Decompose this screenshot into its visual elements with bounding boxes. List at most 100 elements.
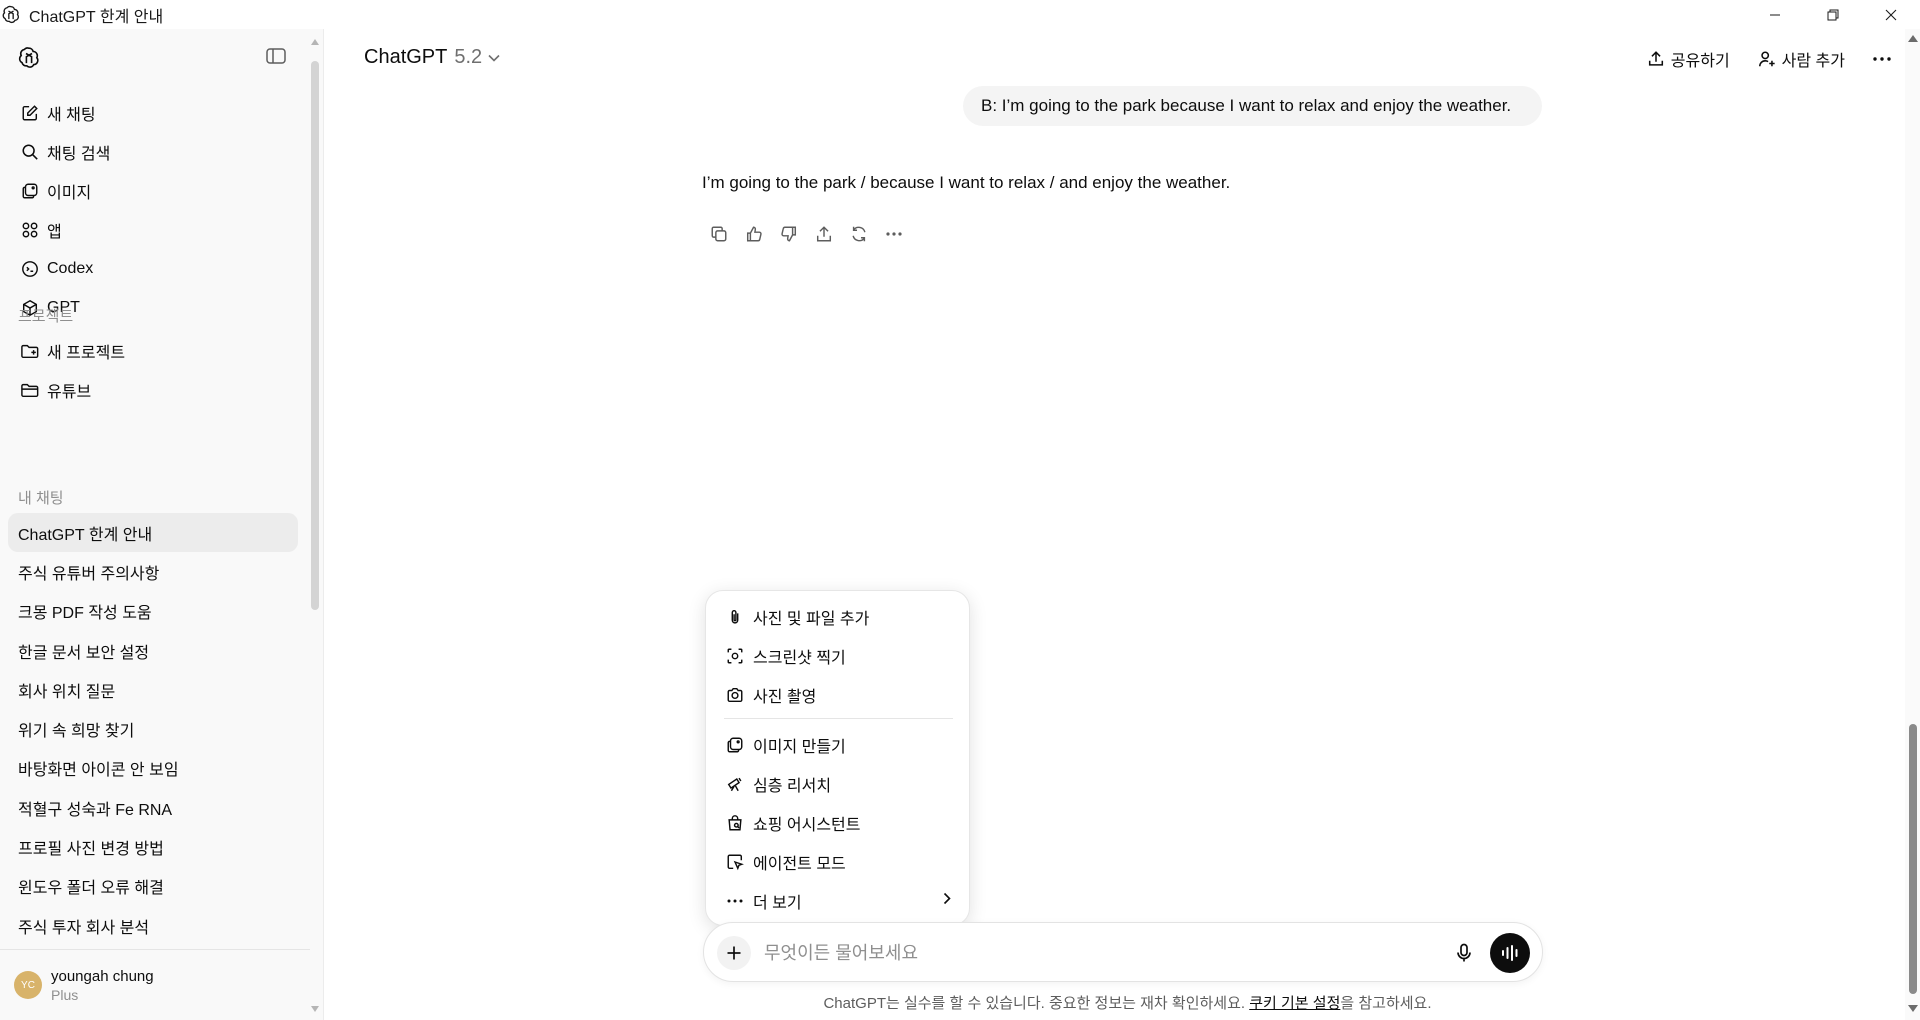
menu-item-add-photos-files[interactable]: 사진 및 파일 추가 <box>706 597 969 636</box>
user-plan: Plus <box>51 986 79 1003</box>
menu-item-more[interactable]: 더 보기 <box>706 881 969 920</box>
minimize-button[interactable] <box>1746 0 1804 29</box>
new-folder-icon <box>19 340 41 362</box>
sidebar-item-label: Codex <box>47 259 94 277</box>
compose-icon <box>19 102 41 124</box>
menu-item-label: 사진 촬영 <box>753 688 817 706</box>
dictate-button[interactable] <box>1450 939 1478 967</box>
close-button[interactable] <box>1862 0 1920 29</box>
menu-item-label: 심층 리서치 <box>753 777 832 795</box>
chat-item[interactable]: 바탕화면 아이콘 안 보임 <box>8 749 298 788</box>
share-icon <box>816 226 831 242</box>
menu-item-label: 쇼핑 어시스턴트 <box>753 816 861 834</box>
sidebar-item-codex[interactable]: Codex <box>8 249 298 288</box>
header-actions: 공유하기 사람 추가 <box>1633 44 1905 74</box>
add-people-button[interactable]: 사람 추가 <box>1744 44 1859 74</box>
share-label: 공유하기 <box>1670 53 1730 70</box>
disclaimer-suffix: 을 참고하세요. <box>1340 995 1432 1012</box>
menu-item-screenshot[interactable]: 스크린샷 찍기 <box>706 636 969 675</box>
share-button[interactable]: 공유하기 <box>1633 44 1744 74</box>
main-scrollbar[interactable] <box>1905 29 1920 1020</box>
screenshot-icon <box>724 645 746 667</box>
sidebar-item-new-project[interactable]: 새 프로젝트 <box>8 331 298 370</box>
sidebar-item-label: 앱 <box>47 223 62 241</box>
sidebar-item-label: 새 프로젝트 <box>47 344 126 362</box>
chat-history-list: ChatGPT 한계 안내 주식 유튜버 주의사항 크몽 PDF 작성 도움 한… <box>8 513 298 945</box>
scroll-up-arrow-icon[interactable] <box>1908 35 1918 42</box>
window-controls <box>1746 0 1920 29</box>
voice-mode-button[interactable] <box>1490 933 1530 973</box>
assistant-message: I’m going to the park / because I want t… <box>702 173 1231 192</box>
more-actions-button[interactable] <box>876 217 911 251</box>
prompt-input[interactable] <box>764 940 1444 966</box>
agent-cursor-icon <box>724 851 746 873</box>
thumbs-up-icon <box>746 226 762 242</box>
menu-item-label: 이미지 만들기 <box>753 738 846 756</box>
folder-icon <box>19 379 41 401</box>
scrollbar-thumb[interactable] <box>311 61 319 610</box>
thumbs-down-button[interactable] <box>771 217 806 251</box>
share-message-button[interactable] <box>806 217 841 251</box>
scroll-up-arrow-icon[interactable] <box>311 39 319 45</box>
chat-item[interactable]: 주식 투자 회사 분석 <box>8 906 298 945</box>
plus-icon <box>727 946 741 960</box>
sidebar-item-apps[interactable]: 앱 <box>8 210 298 249</box>
copy-icon <box>711 226 726 242</box>
sidebar-scrollbar[interactable] <box>310 33 320 1018</box>
chat-item[interactable]: 적혈구 성숙과 Fe RNA <box>8 788 298 827</box>
menu-item-take-photo[interactable]: 사진 촬영 <box>706 675 969 714</box>
menu-item-agent-mode[interactable]: 에이전트 모드 <box>706 842 969 881</box>
chat-item[interactable]: 윈도우 폴더 오류 해결 <box>8 867 298 906</box>
restore-button[interactable] <box>1804 0 1862 29</box>
model-name: ChatGPT <box>364 46 448 68</box>
menu-item-create-image[interactable]: 이미지 만들기 <box>706 725 969 764</box>
scroll-down-arrow-icon[interactable] <box>311 1006 319 1012</box>
chat-item-active[interactable]: ChatGPT 한계 안내 <box>8 513 298 553</box>
copy-button[interactable] <box>701 217 736 251</box>
share-icon <box>1647 50 1665 68</box>
sidebar-item-project-youtube[interactable]: 유튜브 <box>8 370 298 409</box>
model-version: 5.2 <box>454 46 483 68</box>
sidebar-toggle-icon[interactable] <box>266 48 288 66</box>
add-people-label: 사람 추가 <box>1781 53 1845 70</box>
camera-icon <box>724 684 746 706</box>
user-message-bubble: B: I’m going to the park because I want … <box>963 86 1542 126</box>
image-create-icon <box>724 734 746 756</box>
menu-item-label: 사진 및 파일 추가 <box>753 610 870 628</box>
scrollbar-thumb[interactable] <box>1909 724 1917 994</box>
paperclip-icon <box>724 606 746 628</box>
projects-list: 새 프로젝트 유튜브 <box>8 331 298 409</box>
more-options-button[interactable] <box>1859 44 1905 74</box>
sidebar-nav: 새 채팅 채팅 검색 이미지 앱 Codex GPT <box>8 93 298 327</box>
openai-logo-icon[interactable] <box>17 45 41 69</box>
chat-item[interactable]: 회사 위치 질문 <box>8 670 298 709</box>
apps-grid-icon <box>19 219 41 241</box>
sidebar-item-label: 새 채팅 <box>47 106 96 124</box>
menu-divider <box>724 718 953 719</box>
add-attachment-button[interactable] <box>717 936 751 970</box>
user-profile-button[interactable]: YC youngah chung Plus <box>0 949 310 1020</box>
cookie-settings-link[interactable]: 쿠키 기본 설정 <box>1249 995 1340 1012</box>
sidebar-item-images[interactable]: 이미지 <box>8 171 298 210</box>
search-icon <box>19 141 41 163</box>
image-icon <box>19 180 41 202</box>
model-selector[interactable]: ChatGPT 5.2 <box>364 46 500 69</box>
shopping-bag-icon <box>724 812 746 834</box>
chat-item[interactable]: 위기 속 희망 찾기 <box>8 709 298 748</box>
scroll-down-arrow-icon[interactable] <box>1908 1005 1918 1012</box>
more-horizontal-icon <box>724 890 746 912</box>
sidebar-item-search-chats[interactable]: 채팅 검색 <box>8 132 298 171</box>
chat-item[interactable]: 주식 유튜버 주의사항 <box>8 552 298 591</box>
menu-item-deep-research[interactable]: 심층 리서치 <box>706 764 969 803</box>
regenerate-button[interactable] <box>841 217 876 251</box>
chat-item[interactable]: 크몽 PDF 작성 도움 <box>8 592 298 631</box>
menu-item-label: 스크린샷 찍기 <box>753 649 846 667</box>
chat-item[interactable]: 한글 문서 보안 설정 <box>8 631 298 670</box>
sidebar-item-new-chat[interactable]: 새 채팅 <box>8 93 298 132</box>
user-name: youngah chung <box>51 967 154 985</box>
chat-item[interactable]: 프로필 사진 변경 방법 <box>8 827 298 866</box>
menu-item-shopping-assistant[interactable]: 쇼핑 어시스턴트 <box>706 803 969 842</box>
chevron-right-icon <box>943 892 951 905</box>
avatar: YC <box>14 971 42 999</box>
thumbs-up-button[interactable] <box>736 217 771 251</box>
